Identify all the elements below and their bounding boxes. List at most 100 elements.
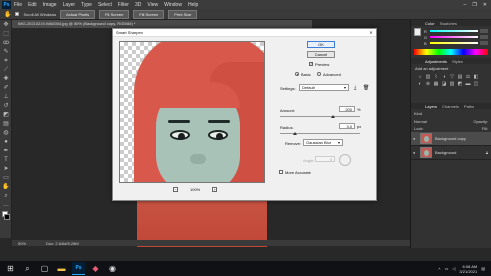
cancel-button[interactable]: Cancel bbox=[307, 51, 335, 58]
menu-help[interactable]: Help bbox=[188, 2, 198, 8]
menu-select[interactable]: Select bbox=[98, 2, 112, 8]
history-brush-tool-icon[interactable]: ↺ bbox=[2, 102, 10, 110]
crop-tool-icon[interactable]: ⌗ bbox=[2, 57, 10, 65]
menu-edit[interactable]: Edit bbox=[28, 2, 37, 8]
lasso-tool-icon[interactable]: ꝏ bbox=[2, 39, 10, 47]
print-size-button[interactable]: Print Size bbox=[168, 9, 198, 19]
scroll-all-windows-checkbox[interactable] bbox=[15, 12, 20, 16]
radius-slider[interactable] bbox=[280, 133, 360, 134]
exposure-icon[interactable]: ◑ bbox=[441, 75, 447, 80]
vibrance-icon[interactable]: ▽ bbox=[449, 75, 455, 80]
tab-channels[interactable]: Channels bbox=[442, 104, 459, 109]
more-accurate-checkbox[interactable] bbox=[279, 170, 283, 174]
curves-icon[interactable]: ⌇ bbox=[433, 75, 439, 80]
volume-icon[interactable]: ◁ bbox=[452, 266, 455, 271]
selective-color-icon[interactable]: ◫ bbox=[473, 82, 479, 87]
color-balance-icon[interactable]: ⚖ bbox=[465, 75, 471, 80]
clone-stamp-tool-icon[interactable]: ⊥ bbox=[2, 93, 10, 101]
move-tool-icon[interactable]: ✥ bbox=[2, 21, 10, 29]
shape-tool-icon[interactable]: ▭ bbox=[2, 174, 10, 182]
healing-brush-tool-icon[interactable]: ✚ bbox=[2, 75, 10, 83]
eyedropper-tool-icon[interactable]: ⟋ bbox=[2, 66, 10, 74]
photoshop-taskbar-icon[interactable]: Ps bbox=[72, 262, 85, 275]
preview-checkbox[interactable]: ✓ bbox=[309, 62, 313, 66]
tab-swatches[interactable]: Swatches bbox=[440, 21, 457, 26]
visibility-eye-icon[interactable]: ● bbox=[413, 150, 417, 155]
menu-layer[interactable]: Layer bbox=[63, 2, 76, 8]
type-tool-icon[interactable]: T bbox=[2, 156, 10, 164]
layer-name[interactable]: Background bbox=[435, 150, 456, 155]
tab-color[interactable]: Color bbox=[425, 21, 435, 26]
angle-dial[interactable] bbox=[339, 154, 351, 166]
start-icon[interactable]: ⊞ bbox=[4, 262, 17, 275]
zoom-in-button[interactable]: + bbox=[212, 187, 218, 192]
color-swatches[interactable] bbox=[0, 210, 12, 222]
menu-3d[interactable]: 3D bbox=[135, 2, 141, 8]
hand-tool-icon[interactable]: ✋ bbox=[2, 183, 10, 191]
actual-pixels-button[interactable]: Actual Pixels bbox=[60, 9, 96, 19]
invert-icon[interactable]: ◪ bbox=[441, 82, 447, 87]
amount-input[interactable]: 200 bbox=[339, 106, 355, 112]
kind-filter[interactable]: Kind bbox=[414, 111, 422, 116]
layer-name[interactable]: Background copy bbox=[435, 136, 466, 141]
more-tools-icon[interactable]: … bbox=[2, 201, 10, 209]
save-preset-icon[interactable]: ⤓ bbox=[354, 85, 356, 91]
network-icon[interactable]: ▭ bbox=[445, 266, 449, 271]
layer-row-background-copy[interactable]: ● Background copy bbox=[411, 132, 491, 146]
menu-window[interactable]: Window bbox=[164, 2, 182, 8]
marquee-tool-icon[interactable]: ⬚ bbox=[2, 30, 10, 38]
photo-filter-icon[interactable]: ◐ bbox=[417, 82, 423, 87]
opacity-label[interactable]: Opacity: bbox=[473, 119, 488, 124]
gradient-map-icon[interactable]: ▬ bbox=[465, 82, 471, 87]
levels-icon[interactable]: ▥ bbox=[425, 75, 431, 80]
search-icon[interactable]: ⌕ bbox=[21, 262, 34, 275]
layer-row-background[interactable]: ● Background 🔒︎ bbox=[411, 146, 491, 160]
path-select-tool-icon[interactable]: ➤ bbox=[2, 165, 10, 173]
visibility-eye-icon[interactable]: ● bbox=[413, 136, 417, 141]
close-window-button[interactable]: ✕ bbox=[483, 2, 487, 8]
blend-mode-select[interactable]: Normal bbox=[414, 119, 427, 124]
settings-select[interactable]: Default ▾ bbox=[299, 84, 349, 91]
gradient-tool-icon[interactable]: ▤ bbox=[2, 120, 10, 128]
dodge-tool-icon[interactable]: ● bbox=[2, 138, 10, 146]
preview-pane[interactable] bbox=[119, 41, 265, 183]
color-spectrum[interactable] bbox=[414, 49, 488, 55]
fill-label[interactable]: Fill: bbox=[482, 126, 488, 131]
menu-view[interactable]: View bbox=[147, 2, 158, 8]
tab-styles[interactable]: Styles bbox=[452, 59, 463, 64]
menu-file[interactable]: File bbox=[14, 2, 22, 8]
obs-icon[interactable]: ◉ bbox=[106, 262, 119, 275]
advanced-radio[interactable] bbox=[317, 72, 321, 76]
pen-tool-icon[interactable]: ✒ bbox=[2, 147, 10, 155]
maximize-button[interactable]: ❐ bbox=[472, 2, 476, 8]
fit-screen-button[interactable]: Fit Screen bbox=[99, 9, 130, 19]
blur-tool-icon[interactable]: ◍ bbox=[2, 129, 10, 137]
quick-select-tool-icon[interactable]: ✎ bbox=[2, 48, 10, 56]
amount-slider[interactable] bbox=[280, 116, 360, 117]
color-lookup-icon[interactable]: ▦ bbox=[433, 82, 439, 87]
eraser-tool-icon[interactable]: ◩ bbox=[2, 111, 10, 119]
dialog-close-icon[interactable]: ✕ bbox=[366, 29, 376, 36]
color-panel-foreground[interactable] bbox=[414, 28, 421, 36]
task-view-icon[interactable]: ▢ bbox=[38, 262, 51, 275]
brush-tool-icon[interactable]: ✐ bbox=[2, 84, 10, 92]
zoom-tool-icon[interactable]: ⌕ bbox=[2, 192, 10, 200]
file-explorer-icon[interactable]: ▬ bbox=[55, 262, 68, 275]
tray-arrow-icon[interactable]: ˄ bbox=[438, 266, 440, 271]
zoom-out-button[interactable]: − bbox=[173, 187, 178, 192]
radius-input[interactable]: 3.0 bbox=[339, 123, 355, 129]
delete-preset-icon[interactable]: 🗑︎ bbox=[363, 85, 369, 91]
color-app-icon[interactable]: ◆ bbox=[89, 262, 102, 275]
background-color-swatch[interactable] bbox=[4, 214, 10, 220]
document-tab[interactable]: IMG-20210219-WA0004.jpg @ 50% (Backgroun… bbox=[12, 20, 312, 28]
hue-saturation-icon[interactable]: ▤ bbox=[457, 75, 463, 80]
zoom-level[interactable]: 50% bbox=[18, 241, 26, 246]
posterize-icon[interactable]: ▨ bbox=[449, 82, 455, 87]
amount-slider-thumb[interactable] bbox=[331, 115, 335, 118]
slider-b[interactable]: B bbox=[424, 40, 488, 46]
brightness-icon[interactable]: ☼ bbox=[417, 75, 423, 80]
minimize-button[interactable]: – bbox=[464, 2, 467, 8]
menu-type[interactable]: Type bbox=[81, 2, 92, 8]
basic-radio[interactable] bbox=[295, 72, 299, 76]
threshold-icon[interactable]: ◩ bbox=[457, 82, 463, 87]
